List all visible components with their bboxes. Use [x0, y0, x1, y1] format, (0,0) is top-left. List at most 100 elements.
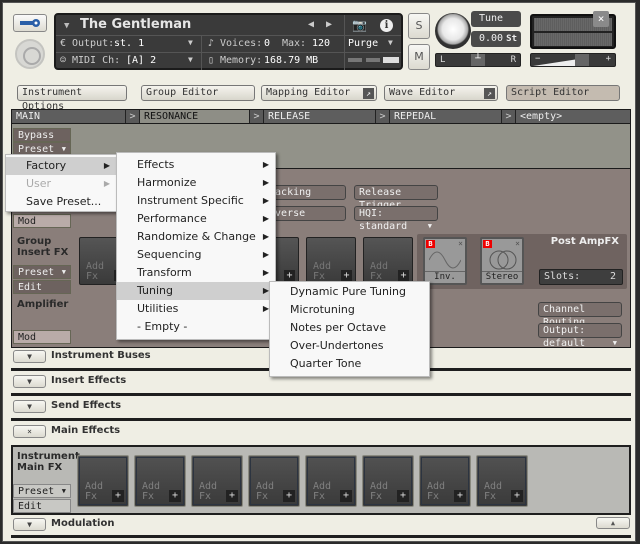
- amplifier-output-select[interactable]: Output: default ▼: [538, 323, 622, 349]
- menu-item-transform[interactable]: Transform ▶: [117, 264, 275, 282]
- instrument-name[interactable]: The Gentleman: [80, 17, 191, 32]
- menu-item-over-undertones[interactable]: Over-Undertones: [270, 337, 429, 355]
- main-fx-slot[interactable]: Add Fx +: [362, 455, 414, 507]
- group-insert-preset-button[interactable]: Preset ▼: [13, 265, 71, 279]
- script-editor-button[interactable]: Script Editor: [506, 85, 620, 101]
- add-icon[interactable]: +: [398, 270, 409, 281]
- expand-toggle[interactable]: ▼: [13, 350, 46, 363]
- expand-toggle[interactable]: ▼: [13, 375, 46, 388]
- next-instrument-icon[interactable]: ▶: [326, 19, 332, 30]
- menu-item-quarter-tone[interactable]: Quarter Tone: [270, 355, 429, 373]
- tab-resonance[interactable]: RESONANCE: [140, 110, 250, 123]
- menu-item-sequencing[interactable]: Sequencing ▶: [117, 246, 275, 264]
- tab-arrow[interactable]: >: [376, 110, 390, 123]
- wave-editor-button[interactable]: Wave Editor ↗: [384, 85, 498, 101]
- solo-button[interactable]: S: [408, 13, 430, 39]
- main-fx-slot[interactable]: Add Fx +: [419, 455, 471, 507]
- midi-channel-select[interactable]: [A] 2: [126, 55, 156, 66]
- midi-dropdown-icon[interactable]: ▼: [188, 55, 193, 64]
- add-icon[interactable]: +: [284, 270, 295, 281]
- group-fx-slot[interactable]: AddFx +: [363, 237, 413, 285]
- group-insert-edit-button[interactable]: Edit: [13, 280, 71, 294]
- tab-arrow[interactable]: >: [250, 110, 264, 123]
- tab-main[interactable]: MAIN: [12, 110, 126, 123]
- popout-icon[interactable]: ↗: [484, 88, 495, 99]
- remove-icon[interactable]: ×: [458, 239, 463, 248]
- instrument-options-wrench-button[interactable]: [13, 14, 47, 32]
- add-icon[interactable]: +: [340, 490, 352, 502]
- menu-item-save-preset[interactable]: Save Preset...: [6, 193, 116, 211]
- group-editor-button[interactable]: Group Editor: [141, 85, 255, 101]
- hqi-select[interactable]: HQI: standard ▼: [354, 206, 438, 232]
- bypass-badge[interactable]: B: [483, 240, 492, 248]
- add-icon[interactable]: +: [397, 490, 409, 502]
- max-voices-field[interactable]: 120: [312, 38, 330, 49]
- info-icon[interactable]: i: [380, 19, 393, 32]
- output-select[interactable]: st. 1: [114, 38, 144, 49]
- menu-item-factory[interactable]: Factory ▶: [6, 157, 116, 175]
- menu-item-dynamic-pure-tuning[interactable]: Dynamic Pure Tuning: [270, 283, 429, 301]
- collapse-all-button[interactable]: ▲: [596, 517, 630, 529]
- add-icon[interactable]: +: [169, 490, 181, 502]
- release-trigger-button[interactable]: Release Trigger: [354, 185, 438, 211]
- add-icon[interactable]: +: [283, 490, 295, 502]
- group-fx-slot[interactable]: AddFx +: [306, 237, 356, 285]
- tab-arrow[interactable]: >: [126, 110, 140, 123]
- volume-handle[interactable]: [575, 54, 589, 66]
- popout-icon[interactable]: ↗: [363, 88, 374, 99]
- tab-repedal[interactable]: REPEDAL: [390, 110, 502, 123]
- camera-icon[interactable]: 📷: [352, 18, 367, 32]
- expand-toggle[interactable]: ▼: [13, 518, 46, 531]
- main-fx-slot[interactable]: Add Fx +: [476, 455, 528, 507]
- main-fx-slot[interactable]: Add Fx +: [77, 455, 129, 507]
- collapse-toggle[interactable]: ×: [13, 425, 46, 438]
- add-icon[interactable]: +: [454, 490, 466, 502]
- main-fx-slot[interactable]: Add Fx +: [305, 455, 357, 507]
- output-dropdown-icon[interactable]: ▼: [188, 38, 193, 47]
- add-icon[interactable]: +: [511, 490, 523, 502]
- prev-instrument-icon[interactable]: ◀: [308, 19, 314, 30]
- pan-handle[interactable]: ┴: [471, 54, 485, 66]
- volume-slider[interactable]: − +: [530, 53, 616, 67]
- expand-toggle[interactable]: ▼: [13, 400, 46, 413]
- post-amp-fx-inverter[interactable]: B × Inv.: [423, 237, 467, 285]
- close-instrument-button[interactable]: ×: [593, 11, 609, 27]
- slots-field[interactable]: Slots: 2: [539, 269, 623, 285]
- post-amp-fx-stereo[interactable]: B × Stereo: [480, 237, 524, 285]
- source-mod-tab[interactable]: Mod: [13, 214, 71, 228]
- bypass-badge[interactable]: B: [426, 240, 435, 248]
- purge-menu[interactable]: Purge: [348, 38, 378, 49]
- main-fx-edit-button[interactable]: Edit: [13, 499, 71, 513]
- tab-empty[interactable]: <empty>: [516, 110, 630, 123]
- menu-item-utilities[interactable]: Utilities ▶: [117, 300, 275, 318]
- main-fx-slot[interactable]: Add Fx +: [248, 455, 300, 507]
- menu-item-effects[interactable]: Effects ▶: [117, 156, 275, 174]
- pan-slider[interactable]: L ┴ R: [435, 53, 521, 67]
- tune-knob[interactable]: [435, 13, 471, 49]
- amplifier-mod-tab[interactable]: Mod: [13, 330, 71, 344]
- mute-button[interactable]: M: [408, 44, 430, 70]
- main-fx-slot[interactable]: Add Fx +: [191, 455, 243, 507]
- main-fx-slot[interactable]: Add Fx +: [134, 455, 186, 507]
- collapse-icon[interactable]: ▼: [64, 21, 69, 31]
- add-icon[interactable]: +: [226, 490, 238, 502]
- tab-release[interactable]: RELEASE: [264, 110, 376, 123]
- instrument-options-button[interactable]: Instrument Options: [17, 85, 127, 112]
- tab-arrow[interactable]: >: [502, 110, 516, 123]
- add-icon[interactable]: +: [112, 490, 124, 502]
- add-icon[interactable]: +: [341, 270, 352, 281]
- menu-item-notes-per-octave[interactable]: Notes per Octave: [270, 319, 429, 337]
- channel-routing-button[interactable]: Channel Routing: [538, 302, 622, 328]
- menu-item-empty[interactable]: - Empty -: [117, 318, 275, 336]
- menu-item-performance[interactable]: Performance ▶: [117, 210, 275, 228]
- purge-dropdown-icon[interactable]: ▼: [388, 38, 393, 47]
- mapping-editor-button[interactable]: Mapping Editor ↗: [261, 85, 377, 101]
- menu-item-harmonize[interactable]: Harmonize ▶: [117, 174, 275, 192]
- main-fx-preset-button[interactable]: Preset ▼: [13, 484, 71, 498]
- menu-item-microtuning[interactable]: Microtuning: [270, 301, 429, 319]
- bypass-button[interactable]: Bypass: [13, 128, 71, 142]
- menu-item-instrument-specific[interactable]: Instrument Specific ▶: [117, 192, 275, 210]
- tune-value-field[interactable]: 0.00 St: [471, 31, 521, 47]
- remove-icon[interactable]: ×: [515, 239, 520, 248]
- menu-item-tuning[interactable]: Tuning ▶: [117, 282, 275, 300]
